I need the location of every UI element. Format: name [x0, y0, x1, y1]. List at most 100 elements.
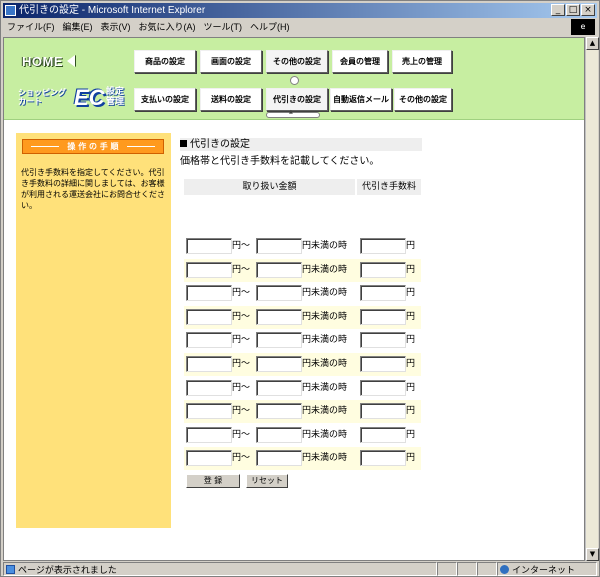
- fee-row: 円～ 円未満の時 円: [184, 353, 421, 376]
- reset-button[interactable]: リセット: [246, 474, 288, 488]
- yen-label: 円: [406, 382, 416, 393]
- nav-sales-management[interactable]: 売上の管理: [392, 50, 452, 73]
- from-label: 円～: [232, 311, 251, 322]
- max-amount-input[interactable]: [256, 285, 302, 302]
- min-amount-input[interactable]: [186, 426, 232, 443]
- scroll-up-icon[interactable]: ▲: [586, 37, 599, 50]
- under-label: 円未満の時: [302, 264, 348, 275]
- fee-input[interactable]: [360, 450, 406, 467]
- nav-screen-settings[interactable]: 画面の設定: [200, 50, 262, 73]
- home-link[interactable]: HOME: [22, 54, 75, 69]
- from-label: 円～: [232, 288, 251, 299]
- yen-label: 円: [406, 453, 416, 464]
- yen-label: 円: [406, 335, 416, 346]
- sidebar-text: 代引き手数料を指定してください。代引き手数料の詳細に関しましては、お客様が利用さ…: [21, 168, 165, 210]
- sidebar-instructions: 操 作 の 手 順 代引き手数料を指定してください。代引き手数料の詳細に関しまし…: [16, 133, 171, 528]
- ie-app-icon: [5, 5, 16, 16]
- yen-label: 円: [406, 241, 416, 251]
- from-label: 円～: [232, 382, 251, 393]
- menu-tools[interactable]: ツール(T): [200, 19, 247, 35]
- min-amount-input[interactable]: [186, 285, 232, 302]
- logo-mgmt-line1: 設定: [106, 87, 125, 97]
- fee-input[interactable]: [360, 426, 406, 443]
- min-amount-input[interactable]: [186, 332, 232, 349]
- submit-button[interactable]: 登 録: [186, 474, 240, 488]
- window-title: 代引きの設定 - Microsoft Internet Explorer: [19, 5, 206, 16]
- fee-input[interactable]: [360, 332, 406, 349]
- max-amount-input[interactable]: [256, 332, 302, 349]
- page-viewport: HOME ショッピング カート EC 設定 管理 商品の設定 画面の設定 その他の設…: [3, 37, 585, 561]
- nav-payment-settings[interactable]: 支払いの設定: [134, 88, 196, 111]
- logo-kana-line2: カート: [18, 97, 42, 106]
- home-label: HOME: [22, 54, 63, 69]
- nav-other-settings-top[interactable]: その他の設定: [266, 50, 328, 73]
- fee-row: 円～ 円未満の時 円: [184, 282, 421, 306]
- yen-label: 円: [406, 311, 416, 322]
- fee-row: 円～ 円未満の時 円: [184, 400, 421, 424]
- under-label: 円未満の時: [302, 406, 348, 417]
- min-amount-input[interactable]: [186, 379, 232, 396]
- min-amount-input[interactable]: [186, 403, 232, 420]
- fee-input[interactable]: [360, 238, 406, 254]
- title-bar: 代引きの設定 - Microsoft Internet Explorer _ □…: [3, 3, 597, 18]
- from-label: 円～: [232, 359, 251, 369]
- fee-input[interactable]: [360, 261, 406, 278]
- from-label: 円～: [232, 264, 251, 275]
- maximize-button[interactable]: □: [566, 4, 580, 16]
- max-amount-input[interactable]: [256, 308, 302, 325]
- scroll-down-icon[interactable]: ▼: [586, 548, 599, 561]
- nav-cod-settings[interactable]: 代引きの設定: [266, 88, 328, 111]
- menu-help[interactable]: ヘルプ(H): [246, 19, 294, 35]
- logo-kana-line1: ショッピング: [18, 88, 66, 97]
- max-amount-input[interactable]: [256, 356, 302, 372]
- menu-file[interactable]: ファイル(F): [3, 19, 59, 35]
- minimize-button[interactable]: _: [551, 4, 565, 16]
- min-amount-input[interactable]: [186, 238, 232, 254]
- nav-other-settings-bottom[interactable]: その他の設定: [394, 88, 452, 111]
- from-label: 円～: [232, 241, 251, 251]
- fee-row: 円～ 円未満の時 円: [184, 423, 421, 447]
- status-bar: ページが表示されました インターネット: [3, 562, 597, 576]
- under-label: 円未満の時: [302, 335, 348, 346]
- logo-ec: EC: [74, 85, 105, 110]
- fee-input[interactable]: [360, 356, 406, 372]
- security-zone-text: インターネット: [512, 565, 576, 575]
- min-amount-input[interactable]: [186, 308, 232, 325]
- nav-product-settings[interactable]: 商品の設定: [134, 50, 196, 73]
- fee-input[interactable]: [360, 285, 406, 302]
- menu-view[interactable]: 表示(V): [97, 19, 135, 35]
- fee-row: 円～ 円未満の時 円: [184, 258, 421, 282]
- status-text: ページが表示されました: [18, 565, 117, 575]
- menu-edit[interactable]: 編集(E): [59, 19, 97, 35]
- max-amount-input[interactable]: [256, 450, 302, 467]
- status-cell-2: [457, 562, 477, 576]
- fee-row: 円～ 円未満の時 円: [184, 235, 421, 258]
- max-amount-input[interactable]: [256, 261, 302, 278]
- min-amount-input[interactable]: [186, 450, 232, 467]
- fee-row: 円～ 円未満の時 円: [184, 329, 421, 353]
- vertical-scrollbar[interactable]: ▲ ▼: [585, 37, 599, 561]
- fee-input[interactable]: [360, 379, 406, 396]
- fee-input[interactable]: [360, 403, 406, 420]
- max-amount-input[interactable]: [256, 238, 302, 254]
- nav-member-management[interactable]: 会員の管理: [332, 50, 388, 73]
- max-amount-input[interactable]: [256, 403, 302, 420]
- page-title-text: 代引きの設定: [190, 139, 250, 150]
- close-button[interactable]: ×: [581, 4, 595, 16]
- min-amount-input[interactable]: [186, 356, 232, 372]
- nav-auto-reply-mail[interactable]: 自動返信メール: [330, 88, 392, 111]
- max-amount-input[interactable]: [256, 379, 302, 396]
- min-amount-input[interactable]: [186, 261, 232, 278]
- from-label: 円～: [232, 453, 251, 464]
- menu-favorites[interactable]: お気に入り(A): [135, 19, 200, 35]
- column-header-range: 取り扱い金額: [184, 179, 355, 195]
- yen-label: 円: [406, 264, 416, 275]
- from-label: 円～: [232, 429, 251, 440]
- under-label: 円未満の時: [302, 429, 348, 440]
- fee-row: 円～ 円未満の時 円: [184, 305, 421, 329]
- nav-shipping-settings[interactable]: 送料の設定: [200, 88, 262, 111]
- fee-input[interactable]: [360, 308, 406, 325]
- sidebar-heading: 操 作 の 手 順: [22, 139, 164, 154]
- max-amount-input[interactable]: [256, 426, 302, 443]
- ie-throbber-icon: e: [571, 19, 595, 35]
